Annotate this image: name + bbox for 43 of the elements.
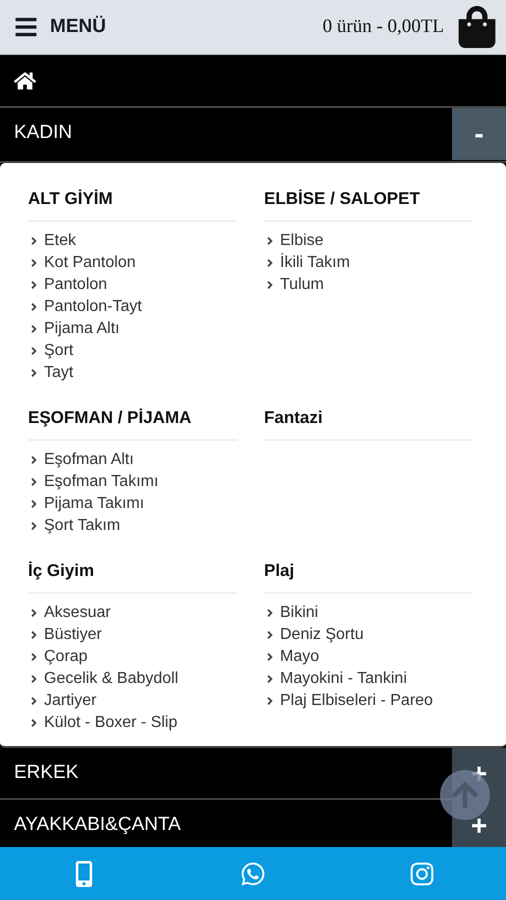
instagram-icon[interactable]: [408, 860, 435, 886]
submenu-link[interactable]: Şort: [28, 340, 237, 362]
group-title: EŞOFMAN / PİJAMA: [28, 402, 237, 441]
submenu-link[interactable]: Aksesuar: [28, 602, 237, 624]
submenu-link[interactable]: Pantolon-Tayt: [28, 296, 237, 318]
category-label[interactable]: AYAKKABI&ÇANTA: [14, 814, 181, 836]
submenu-link[interactable]: İkili Takım: [264, 252, 473, 274]
submenu-link[interactable]: Pijama Altı: [28, 318, 237, 340]
submenu-link[interactable]: Mayokini - Tankini: [264, 668, 473, 690]
submenu-link[interactable]: Büstiyer: [28, 624, 237, 646]
group-title: ELBİSE / SALOPET: [264, 183, 473, 222]
submenu-link[interactable]: Pantolon: [28, 274, 237, 296]
menu-button[interactable]: MENÜ: [14, 15, 106, 39]
group-title: Fantazi: [264, 402, 473, 441]
category-label[interactable]: KADIN: [14, 122, 72, 144]
home-icon[interactable]: [14, 70, 36, 92]
submenu-link[interactable]: Jartiyer: [28, 690, 237, 712]
submenu-link[interactable]: Şort Takım: [28, 515, 237, 537]
submenu-link[interactable]: Etek: [28, 230, 237, 252]
submenu-link[interactable]: Kot Pantolon: [28, 252, 237, 274]
toggle-button[interactable]: -: [452, 108, 506, 160]
submenu-link[interactable]: Tulum: [264, 274, 473, 296]
shopping-bag-icon[interactable]: [456, 6, 498, 48]
submenu-link[interactable]: Eşofman Altı: [28, 449, 237, 471]
submenu-link[interactable]: Plaj Elbiseleri - Pareo: [264, 690, 473, 712]
cart-summary[interactable]: 0 ürün - 0,00TL: [322, 16, 444, 38]
group-title: Plaj: [264, 555, 473, 594]
submenu-link[interactable]: Külot - Boxer - Slip: [28, 712, 237, 734]
submenu-link[interactable]: Deniz Şortu: [264, 624, 473, 646]
submenu-link[interactable]: Mayo: [264, 646, 473, 668]
submenu-link[interactable]: Tayt: [28, 362, 237, 384]
submenu-link[interactable]: Pijama Takımı: [28, 493, 237, 515]
submenu-link[interactable]: Elbise: [264, 230, 473, 252]
submenu-link[interactable]: Gecelik & Babydoll: [28, 668, 237, 690]
whatsapp-icon[interactable]: [240, 860, 266, 886]
menu-icon[interactable]: [14, 15, 38, 39]
submenu-link[interactable]: Çorap: [28, 646, 237, 668]
category-label[interactable]: ERKEK: [14, 762, 78, 784]
group-title: ALT GİYİM: [28, 183, 237, 222]
group-title: İç Giyim: [28, 555, 237, 594]
arrow-up-icon: [450, 780, 480, 810]
submenu-link[interactable]: Bikini: [264, 602, 473, 624]
submenu-link[interactable]: Eşofman Takımı: [28, 471, 237, 493]
